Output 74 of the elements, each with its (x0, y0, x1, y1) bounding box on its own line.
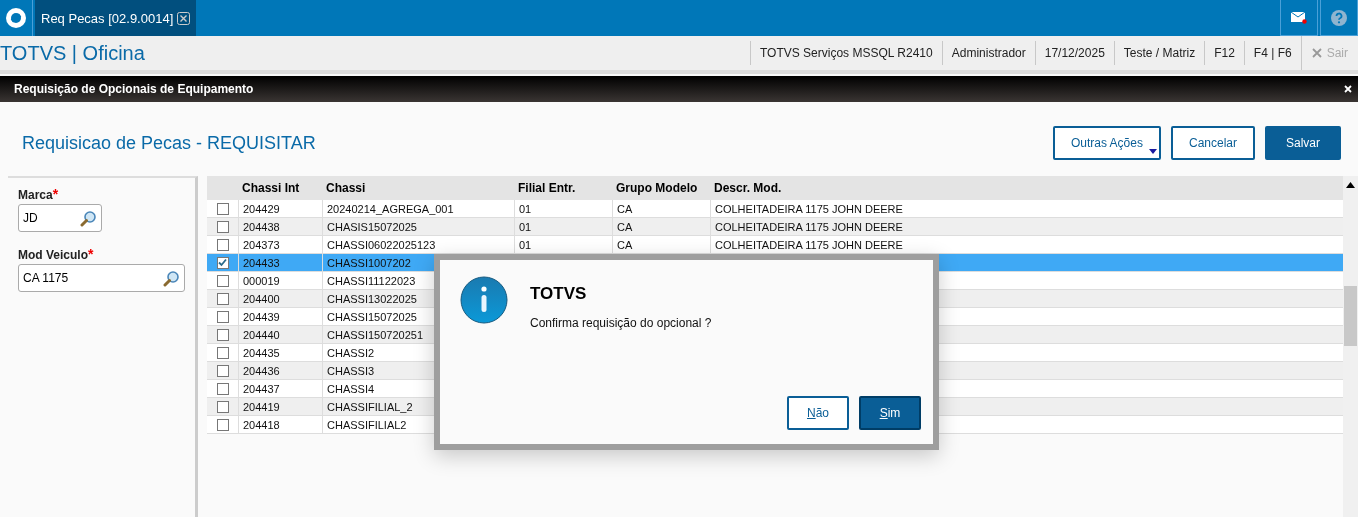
row-checkbox[interactable] (216, 274, 229, 287)
close-icon (1311, 48, 1322, 58)
row-checkbox[interactable] (216, 220, 229, 233)
mail-icon (1291, 11, 1307, 24)
scroll-thumb[interactable] (1344, 286, 1357, 346)
dialog-title: TOTVS (530, 284, 588, 304)
field-label: Marca* (18, 186, 60, 202)
table-cell: 204440 (238, 326, 322, 343)
table-cell: CA (612, 236, 710, 253)
column-header[interactable]: Chassi Int (238, 176, 322, 200)
required-mark: * (52, 186, 59, 202)
input-field[interactable]: JD (18, 204, 102, 232)
page-title: Requisicao de Pecas - REQUISITAR (22, 132, 316, 154)
row-checkbox[interactable] (216, 238, 229, 251)
row-checkbox[interactable] (216, 328, 229, 341)
row-checkbox[interactable] (216, 418, 229, 431)
help-icon (1331, 9, 1347, 26)
dialog-button[interactable]: Não (787, 396, 849, 430)
table-cell: 204419 (238, 398, 322, 415)
column-header[interactable]: Descr. Mod. (710, 176, 1343, 200)
app-title: TOTVS | Oficina (0, 41, 146, 65)
scrollbar[interactable] (1343, 176, 1358, 517)
table-cell: 01 (514, 236, 612, 253)
table-cell: CHASIS15072025 (322, 218, 514, 235)
caret-icon (1148, 149, 1157, 154)
table-cell: 204429 (238, 200, 322, 217)
status-item: F4 | F6 (1243, 41, 1301, 65)
table-cell: 204373 (238, 236, 322, 253)
column-header[interactable]: Grupo Modelo (612, 176, 710, 200)
table-cell: 204435 (238, 344, 322, 361)
table-cell: CHASSI06022025123 (322, 236, 514, 253)
action-button[interactable]: Salvar (1265, 126, 1341, 160)
search-icon[interactable] (80, 209, 97, 227)
dialog-message: Confirma requisição do opcional ? (530, 316, 712, 330)
table-cell: 204433 (238, 254, 322, 271)
action-button[interactable]: Cancelar (1170, 126, 1255, 160)
row-checkbox[interactable] (216, 400, 229, 413)
more-actions-button[interactable]: Outras Ações (1052, 126, 1161, 160)
table-cell: 204418 (238, 416, 322, 433)
table-cell: 204438 (238, 218, 322, 235)
row-checkbox[interactable] (216, 256, 229, 269)
table-cell: 20240214_AGREGA_001 (322, 200, 514, 217)
status-item: Teste / Matriz (1113, 41, 1205, 65)
row-checkbox[interactable] (216, 346, 229, 359)
table-cell: CA (612, 200, 710, 217)
table-cell: 01 (514, 218, 612, 235)
table-cell: 204439 (238, 308, 322, 325)
search-icon[interactable] (163, 269, 180, 287)
logo-icon (5, 7, 27, 29)
field-label: Mod Veiculo* (18, 246, 95, 262)
row-checkbox[interactable] (216, 382, 229, 395)
table-cell: 204437 (238, 380, 322, 397)
status-item: TOTVS Serviços MSSQL R2410 (750, 41, 942, 65)
status-item: F12 (1204, 41, 1244, 65)
table-cell: 000019 (238, 272, 322, 289)
input-field[interactable]: CA 1175 (18, 264, 185, 292)
dialog-button[interactable]: Sim (859, 396, 921, 430)
table-cell: 204436 (238, 362, 322, 379)
row-checkbox[interactable] (216, 292, 229, 305)
table-cell: 204400 (238, 290, 322, 307)
row-checkbox[interactable] (216, 202, 229, 215)
status-item: 17/12/2025 (1034, 41, 1114, 65)
row-checkbox[interactable] (216, 364, 229, 377)
tab[interactable]: Req Pecas [02.9.0014] (35, 0, 197, 36)
window-title: Requisição de Opcionais de Equipamento (14, 82, 254, 96)
column-header[interactable]: Chassi (322, 176, 514, 200)
table-cell: CA (612, 218, 710, 235)
info-icon (460, 276, 508, 324)
scroll-up-icon[interactable] (1346, 182, 1355, 188)
column-header[interactable]: Filial Entr. (514, 176, 612, 200)
row-checkbox[interactable] (216, 310, 229, 323)
status-item: Administrador (941, 41, 1035, 65)
table-cell: 01 (514, 200, 612, 217)
required-mark: * (88, 246, 94, 262)
